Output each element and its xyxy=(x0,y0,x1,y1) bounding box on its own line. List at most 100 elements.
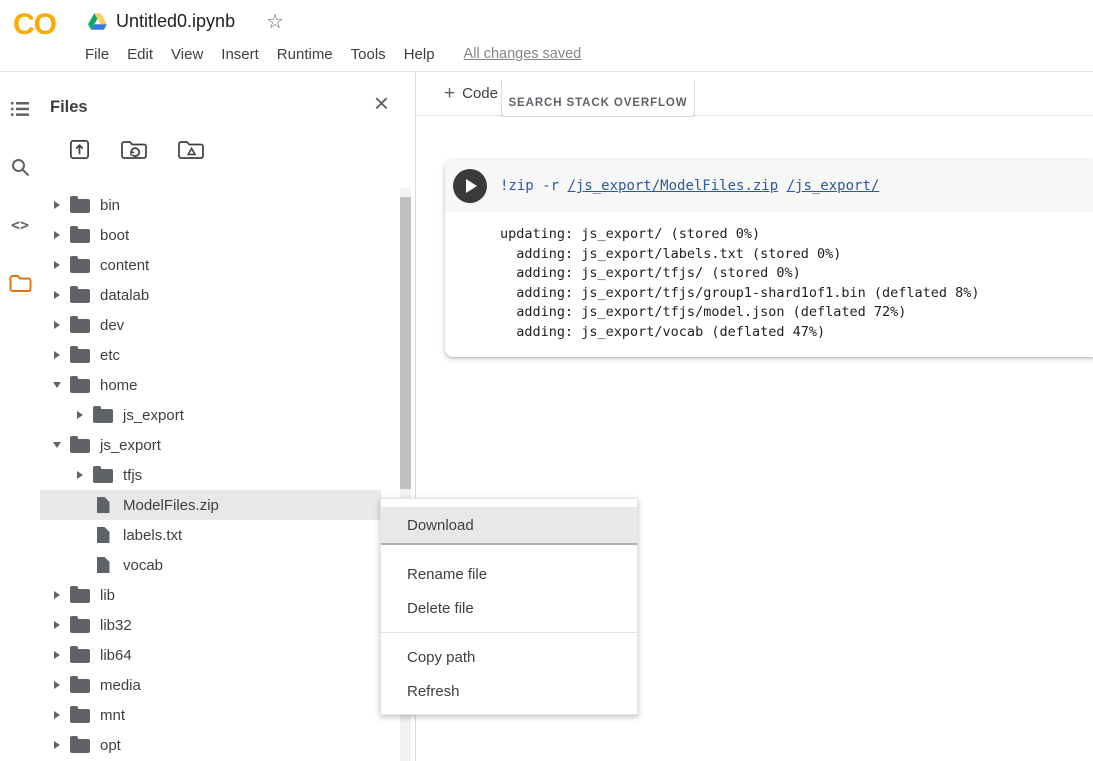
tree-item-etc[interactable]: etc xyxy=(40,340,381,370)
context-menu-item-download[interactable]: Download xyxy=(381,507,637,543)
context-menu-item-copy-path[interactable]: Copy path xyxy=(381,640,637,674)
folder-icon xyxy=(93,466,113,484)
expand-arrow-icon[interactable] xyxy=(50,678,64,692)
code-path-link[interactable]: /js_export/ModelFiles.zip xyxy=(567,178,778,194)
file-icon xyxy=(93,526,113,544)
code-text xyxy=(778,178,786,194)
files-toolbar xyxy=(68,138,205,161)
file-context-menu: Download Rename fileDelete file Copy pathR… xyxy=(380,498,638,715)
tree-item-label: datalab xyxy=(100,287,149,304)
folder-icon xyxy=(70,676,90,694)
tree-item-lib64[interactable]: lib64 xyxy=(40,640,381,670)
add-code-button[interactable]: + Code xyxy=(444,84,498,103)
tree-item-home[interactable]: home xyxy=(40,370,381,400)
menubar: FileEditViewInsertRuntimeToolsHelp All c… xyxy=(76,41,581,67)
file-icon xyxy=(93,556,113,574)
tree-item-tfjs[interactable]: tfjs xyxy=(40,460,381,490)
expand-arrow-icon[interactable] xyxy=(73,408,87,422)
table-of-contents-icon[interactable] xyxy=(0,80,40,138)
tree-item-vocab[interactable]: vocab xyxy=(40,550,381,580)
tree-item-labels.txt[interactable]: labels.txt xyxy=(40,520,381,550)
tree-item-content[interactable]: content xyxy=(40,250,381,280)
folder-icon xyxy=(70,616,90,634)
folder-icon xyxy=(70,346,90,364)
tree-item-mnt[interactable]: mnt xyxy=(40,700,381,730)
notebook-title[interactable]: Untitled0.ipynb xyxy=(116,11,235,32)
tree-item-datalab[interactable]: datalab xyxy=(40,280,381,310)
code-path-link[interactable]: /js_export/ xyxy=(787,178,880,194)
menu-view[interactable]: View xyxy=(162,43,212,66)
tree-item-lib32[interactable]: lib32 xyxy=(40,610,381,640)
refresh-folder-icon[interactable] xyxy=(121,139,148,160)
expand-arrow-icon[interactable] xyxy=(50,258,64,272)
tree-item-label: lib64 xyxy=(100,647,132,664)
code-text: !zip -r xyxy=(500,178,567,194)
context-menu-item-rename-file[interactable]: Rename file xyxy=(381,557,637,591)
menu-separator xyxy=(381,632,637,633)
tree-item-js_export[interactable]: js_export xyxy=(40,430,381,460)
arrow-spacer xyxy=(73,528,87,542)
menu-edit[interactable]: Edit xyxy=(118,43,162,66)
tree-item-ModelFiles.zip[interactable]: ModelFiles.zip xyxy=(40,490,381,520)
collapse-arrow-icon[interactable] xyxy=(50,438,64,452)
code-snippets-icon[interactable]: <> xyxy=(0,196,40,254)
files-panel: Files × binboot content datalab dev etc home j… xyxy=(40,72,416,761)
tree-item-lib[interactable]: lib xyxy=(40,580,381,610)
folder-icon xyxy=(93,406,113,424)
tree-item-label: home xyxy=(100,377,138,394)
menu-tools[interactable]: Tools xyxy=(342,43,395,66)
tree-item-label: ModelFiles.zip xyxy=(123,497,219,514)
folder-icon xyxy=(70,226,90,244)
code-editor[interactable]: !zip -r /js_export/ModelFiles.zip /js_ex… xyxy=(445,160,1093,212)
tree-item-opt[interactable]: opt xyxy=(40,730,381,760)
tree-item-label: content xyxy=(100,257,149,274)
run-cell-button[interactable] xyxy=(453,169,487,203)
left-rail: <> xyxy=(0,72,40,761)
star-icon[interactable]: ☆ xyxy=(266,9,284,34)
collapse-arrow-icon[interactable] xyxy=(50,378,64,392)
folder-icon xyxy=(70,256,90,274)
code-line[interactable]: !zip -r /js_export/ModelFiles.zip /js_ex… xyxy=(500,178,879,194)
expand-arrow-icon[interactable] xyxy=(50,198,64,212)
close-icon[interactable]: × xyxy=(374,90,389,116)
expand-arrow-icon[interactable] xyxy=(50,288,64,302)
expand-arrow-icon[interactable] xyxy=(50,618,64,632)
tree-item-boot[interactable]: boot xyxy=(40,220,381,250)
expand-arrow-icon[interactable] xyxy=(50,588,64,602)
files-icon[interactable] xyxy=(0,254,40,312)
menu-insert[interactable]: Insert xyxy=(212,43,268,66)
stack-overflow-button-clip: SEARCH STACK OVERFLOW xyxy=(501,80,695,117)
colab-logo[interactable]: CO xyxy=(13,8,56,42)
expand-arrow-icon[interactable] xyxy=(50,348,64,362)
tree-item-dev[interactable]: dev xyxy=(40,310,381,340)
tree-item-bin[interactable]: bin xyxy=(40,190,381,220)
files-panel-title: Files xyxy=(50,98,88,117)
expand-arrow-icon[interactable] xyxy=(50,318,64,332)
expand-arrow-icon[interactable] xyxy=(73,468,87,482)
arrow-spacer xyxy=(73,558,87,572)
app-header: CO Untitled0.ipynb ☆ FileEditViewInsertR… xyxy=(0,0,1093,72)
expand-arrow-icon[interactable] xyxy=(50,228,64,242)
expand-arrow-icon[interactable] xyxy=(50,738,64,752)
file-tree: binboot content datalab dev etc home js_export… xyxy=(40,190,381,760)
upload-icon[interactable] xyxy=(68,138,91,161)
expand-arrow-icon[interactable] xyxy=(50,648,64,662)
menu-file[interactable]: File xyxy=(76,43,118,66)
tree-item-label: lib32 xyxy=(100,617,132,634)
menu-runtime[interactable]: Runtime xyxy=(268,43,342,66)
context-menu-item-refresh[interactable]: Refresh xyxy=(381,674,637,708)
drive-icon xyxy=(88,13,107,30)
menu-help[interactable]: Help xyxy=(395,43,444,66)
scrollbar-thumb[interactable] xyxy=(400,197,411,489)
context-menu-item-delete-file[interactable]: Delete file xyxy=(381,591,637,625)
mount-drive-icon[interactable] xyxy=(178,139,205,160)
tree-item-label: dev xyxy=(100,317,124,334)
search-icon[interactable] xyxy=(0,138,40,196)
save-status[interactable]: All changes saved xyxy=(464,46,582,62)
expand-arrow-icon[interactable] xyxy=(50,708,64,722)
tree-item-js_export[interactable]: js_export xyxy=(40,400,381,430)
tree-item-media[interactable]: media xyxy=(40,670,381,700)
tree-item-label: js_export xyxy=(100,437,161,454)
folder-icon xyxy=(70,646,90,664)
search-stack-overflow-button[interactable]: SEARCH STACK OVERFLOW xyxy=(501,80,695,117)
